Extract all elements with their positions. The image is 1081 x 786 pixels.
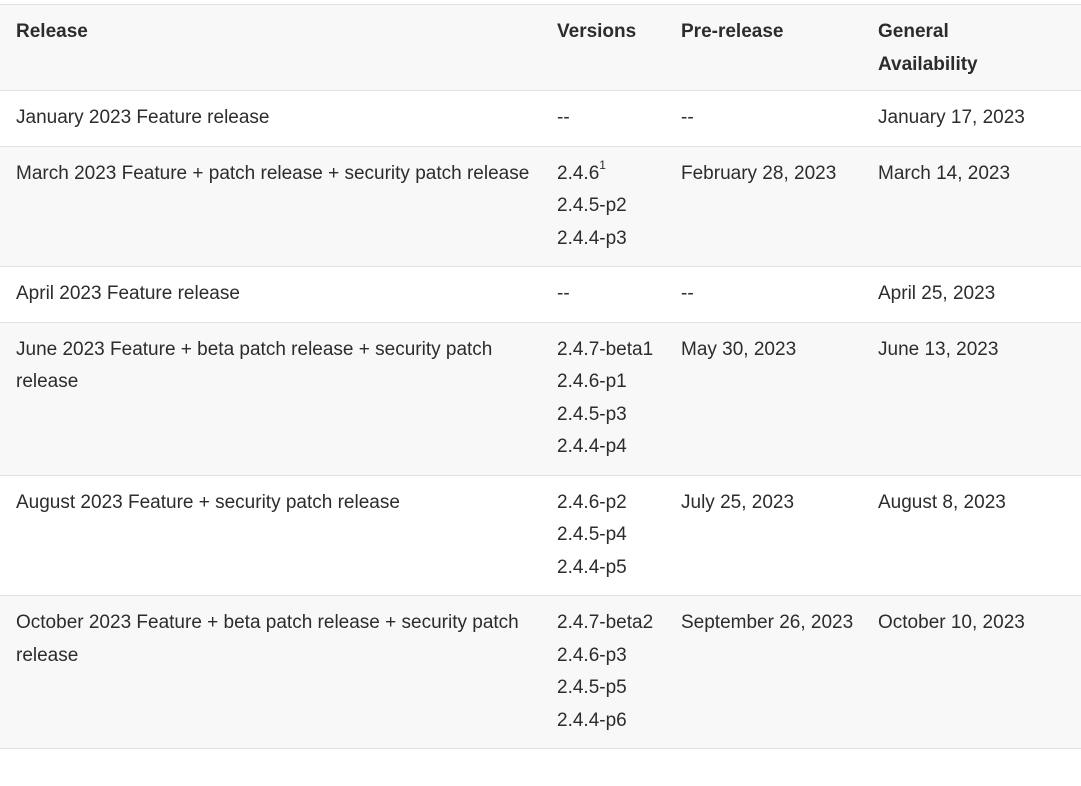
version-item: 2.4.5-p5 [557,677,627,698]
header-row: Release Versions Pre-release General Ava… [0,4,1081,91]
release-cell: August 2023 Feature + security patch rel… [0,475,557,596]
table-row: March 2023 Feature + patch release + sec… [0,146,1081,267]
header-release: Release [0,4,557,91]
ga-cell: August 8, 2023 [878,475,1081,596]
prerelease-cell: February 28, 2023 [681,146,878,267]
prerelease-cell: May 30, 2023 [681,322,878,476]
release-cell: January 2023 Feature release [0,90,557,147]
release-cell: April 2023 Feature release [0,266,557,323]
version-item: 2.4.4-p5 [557,556,627,578]
header-ga-line1: General [878,21,949,42]
header-ga-line2: Availability [878,53,978,75]
ga-cell: April 25, 2023 [878,266,1081,323]
version-item: 2.4.4-p6 [557,709,627,731]
version-item: 2.4.6-p3 [557,644,627,666]
release-schedule-table: Release Versions Pre-release General Ava… [0,4,1081,749]
versions-cell: 2.4.7-beta1 2.4.6-p1 2.4.5-p3 2.4.4-p4 [557,322,681,476]
release-cell: June 2023 Feature + beta patch release +… [0,322,557,476]
version-item: 2.4.6-p2 [557,491,627,513]
prerelease-cell: September 26, 2023 [681,595,878,749]
ga-cell: January 17, 2023 [878,90,1081,147]
version-item: 2.4.5-p2 [557,195,627,216]
versions-cell: -- [557,266,681,323]
versions-cell: 2.4.61 2.4.5-p2 2.4.4-p3 [557,146,681,267]
ga-cell: October 10, 2023 [878,595,1081,749]
version-item: 2.4.4-p3 [557,227,627,249]
release-cell: March 2023 Feature + patch release + sec… [0,146,557,267]
header-prerelease: Pre-release [681,4,878,91]
version-item: 2.4.61 [557,158,671,191]
ga-cell: March 14, 2023 [878,146,1081,267]
version-item: 2.4.5-p3 [557,403,627,425]
versions-cell: 2.4.6-p2 2.4.5-p4 2.4.4-p5 [557,475,681,596]
footnote-marker[interactable]: 1 [599,158,606,172]
versions-cell: 2.4.7-beta2 2.4.6-p3 2.4.5-p5 2.4.4-p6 [557,595,681,749]
version-item: 2.4.7-beta1 [557,338,654,360]
table-body: January 2023 Feature release -- -- Janua… [0,90,1081,749]
table-row: October 2023 Feature + beta patch releas… [0,595,1081,749]
version-item: -- [557,107,570,128]
table-row: January 2023 Feature release -- -- Janua… [0,90,1081,147]
version-item: 2.4.5-p4 [557,524,627,545]
versions-cell: -- [557,90,681,147]
version-text: 2.4.6 [557,162,600,184]
prerelease-cell: July 25, 2023 [681,475,878,596]
header-general-availability: General Availability [878,4,1081,91]
version-item: 2.4.6-p1 [557,371,627,392]
ga-cell: June 13, 2023 [878,322,1081,476]
prerelease-cell: -- [681,266,878,323]
version-item: 2.4.7-beta2 [557,612,654,633]
table-header: Release Versions Pre-release General Ava… [0,4,1081,91]
table-row: June 2023 Feature + beta patch release +… [0,322,1081,476]
table-row: August 2023 Feature + security patch rel… [0,475,1081,596]
release-cell: October 2023 Feature + beta patch releas… [0,595,557,749]
prerelease-cell: -- [681,90,878,147]
header-versions: Versions [557,4,681,91]
version-item: 2.4.4-p4 [557,436,627,457]
table-row: April 2023 Feature release -- -- April 2… [0,266,1081,323]
version-item: -- [557,283,570,304]
